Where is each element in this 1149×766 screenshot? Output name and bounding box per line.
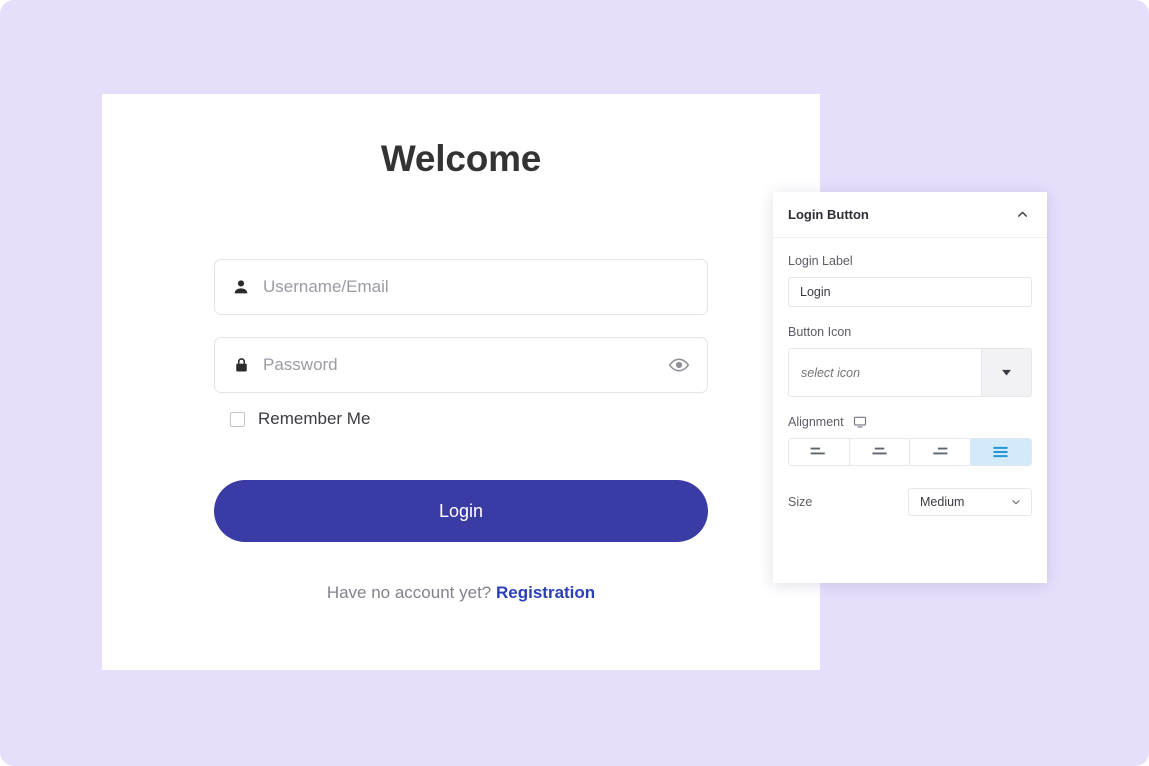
size-caption: Size <box>788 495 813 509</box>
registration-link[interactable]: Registration <box>496 583 595 602</box>
button-icon-select[interactable] <box>788 348 1032 397</box>
password-input[interactable]: Password <box>214 337 708 393</box>
triangle-down-icon[interactable] <box>981 349 1031 396</box>
registration-row: Have no account yet? Registration <box>102 583 820 603</box>
page-title: Welcome <box>380 138 542 179</box>
button-icon-input[interactable] <box>789 349 981 396</box>
remember-me-row[interactable]: Remember Me <box>230 409 370 429</box>
alignment-control: Alignment <box>788 415 1032 466</box>
chevron-down-icon <box>1010 496 1022 508</box>
registration-prompt: Have no account yet? <box>326 583 492 602</box>
align-right-icon[interactable] <box>910 439 971 465</box>
align-justify-icon[interactable] <box>970 439 1031 465</box>
login-button[interactable]: Login <box>214 480 708 542</box>
align-center-icon[interactable] <box>849 439 910 465</box>
user-icon <box>231 277 251 297</box>
login-card: Welcome Username/Email Password Remember… <box>102 94 820 670</box>
alignment-label-row: Alignment <box>788 415 1032 429</box>
lock-icon <box>231 355 251 375</box>
remember-me-label: Remember Me <box>258 409 371 428</box>
login-label-control: Login Label <box>788 254 1032 307</box>
login-label-caption: Login Label <box>788 254 853 268</box>
login-button-settings-panel: Login Button Login Label Button Icon <box>773 192 1047 583</box>
remember-me-checkbox[interactable] <box>230 411 245 427</box>
chevron-up-icon[interactable] <box>1013 206 1031 224</box>
desktop-icon[interactable] <box>853 415 867 429</box>
size-select[interactable]: Medium <box>908 488 1032 516</box>
alignment-caption: Alignment <box>788 415 844 429</box>
login-label-input[interactable] <box>788 277 1032 307</box>
username-placeholder: Username/Email <box>263 277 389 296</box>
alignment-button-group <box>788 438 1032 466</box>
eye-icon[interactable] <box>667 353 691 377</box>
button-icon-control: Button Icon <box>788 325 1032 397</box>
button-icon-caption: Button Icon <box>788 325 852 339</box>
password-placeholder: Password <box>263 355 338 374</box>
panel-title: Login Button <box>788 207 869 222</box>
size-control: Size Medium <box>788 488 1032 516</box>
size-select-value: Medium <box>920 495 965 509</box>
panel-body: Login Label Button Icon Alig <box>773 238 1047 516</box>
username-input[interactable]: Username/Email <box>214 259 708 315</box>
align-left-icon[interactable] <box>789 439 850 465</box>
panel-header[interactable]: Login Button <box>773 192 1047 238</box>
app-canvas: Welcome Username/Email Password Remember… <box>0 0 1149 766</box>
